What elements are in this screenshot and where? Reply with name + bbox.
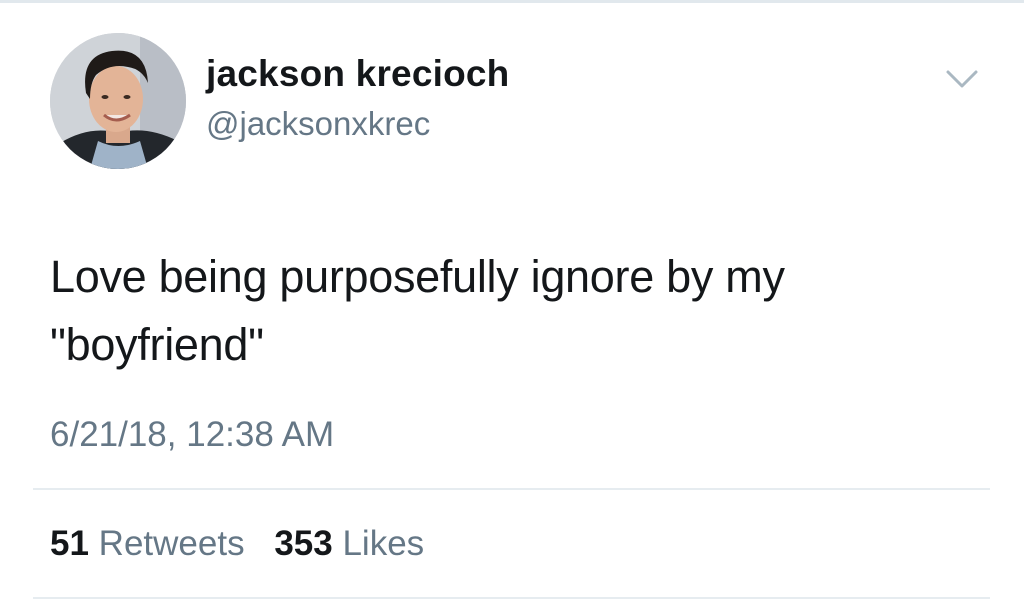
author-display-name[interactable]: jackson krecioch [206,53,509,95]
author-handle[interactable]: @jacksonxkrec [206,105,430,143]
retweets-count: 51 [50,524,89,563]
tweet-timestamp[interactable]: 6/21/18, 12:38 AM [50,415,334,455]
tweet-text: Love being purposefully ignore by my "bo… [50,243,980,379]
likes-label: Likes [342,524,425,563]
likes-stat[interactable]: 353 Likes [274,524,424,563]
tweet-card: jackson krecioch @jacksonxkrec Love bein… [0,0,1024,612]
retweets-label: Retweets [98,524,245,563]
likes-count: 353 [274,524,333,563]
tweet-text-line: "boyfriend" [50,319,264,370]
top-divider [0,0,1024,3]
stats-divider-bottom [33,597,990,599]
tweet-text-line: Love being purposefully ignore by my [50,251,785,302]
tweet-stats: 51 Retweets 353 Likes [50,524,444,564]
retweets-stat[interactable]: 51 Retweets [50,524,245,563]
chevron-down-icon[interactable] [945,68,979,90]
avatar[interactable] [50,33,186,169]
stats-divider-top [33,488,990,490]
profile-photo [50,33,186,169]
